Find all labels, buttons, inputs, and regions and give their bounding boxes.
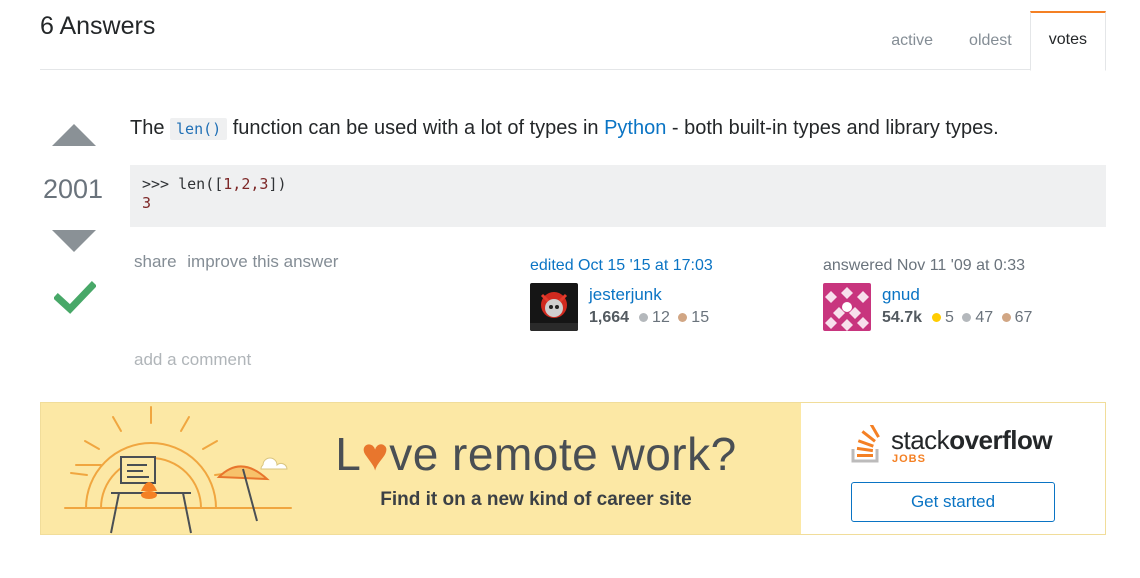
- answers-header: 6 Answers active oldest votes: [40, 0, 1106, 71]
- ad-banner[interactable]: L♥ve remote work? Find it on a new kind …: [40, 402, 1106, 535]
- logo-text-bold: overflow: [949, 425, 1053, 455]
- answers-count: 6 Answers: [40, 12, 156, 40]
- code-line-end: ]): [268, 175, 287, 193]
- python-link[interactable]: Python: [604, 117, 666, 139]
- ad-headline: L♥ve remote work?: [311, 427, 761, 481]
- editor-avatar[interactable]: [530, 283, 578, 331]
- ad-cta-panel: stackoverflow JOBS Get started: [801, 403, 1105, 534]
- owner-gold-count: 5: [945, 309, 954, 326]
- owner-reputation: 54.7k: [882, 309, 923, 326]
- editor-reputation-line: 1,664 12 15: [589, 309, 709, 327]
- owner-bronze-count: 67: [1014, 309, 1033, 326]
- owner-details: gnud 54.7k 5 47 67: [882, 285, 1032, 327]
- upvote-arrow-icon[interactable]: [52, 124, 96, 146]
- ad-headline-start: L: [335, 428, 362, 480]
- improve-answer-link[interactable]: improve this answer: [187, 252, 338, 271]
- logo-jobs-label: JOBS: [892, 453, 926, 465]
- owner-avatar[interactable]: [823, 283, 871, 331]
- answer-text: The len() function can be used with a lo…: [130, 117, 999, 140]
- editor-name-link[interactable]: jesterjunk: [589, 285, 709, 305]
- logo-text: stackoverflow: [891, 425, 1053, 456]
- owner-reputation-line: 54.7k 5 47 67: [882, 309, 1032, 327]
- editor-card: edited Oct 15 '15 at 17:03 jesterjunk 1,…: [530, 257, 770, 331]
- editor-details: jesterjunk 1,664 12 15: [589, 285, 709, 327]
- logo-text-light: stack: [891, 425, 950, 455]
- answered-time: answered Nov 11 '09 at 0:33: [823, 257, 1025, 274]
- add-comment-link[interactable]: add a comment: [134, 350, 251, 370]
- editor-bronze-count: 15: [691, 309, 710, 326]
- inline-code: len(): [170, 118, 228, 140]
- gold-badge-icon: [932, 312, 942, 322]
- code-block: >>> len([1,2,3]) 3: [130, 165, 1106, 227]
- ad-subline: Find it on a new kind of career site: [380, 489, 692, 510]
- owner-name-link[interactable]: gnud: [882, 285, 1032, 305]
- bronze-badge-icon: [678, 312, 688, 322]
- stack-logo-icon: [851, 425, 880, 463]
- get-started-button[interactable]: Get started: [851, 482, 1055, 522]
- editor-silver-count: 12: [652, 309, 670, 326]
- bronze-badge-icon: [1001, 312, 1011, 322]
- tab-votes[interactable]: votes: [1029, 11, 1106, 71]
- code-line-output: 3: [142, 194, 152, 212]
- silver-badge-icon: [962, 312, 972, 322]
- remote-work-illustration: [64, 406, 292, 534]
- tab-oldest[interactable]: oldest: [951, 10, 1030, 70]
- editor-reputation: 1,664: [589, 309, 630, 326]
- answer-text-middle: function can be used with a lot of types…: [227, 117, 605, 139]
- answer-text-start: The: [130, 117, 171, 139]
- sort-tabs: active oldest votes: [873, 10, 1106, 71]
- post-menu: share improve this answer: [134, 252, 344, 272]
- owner-card: answered Nov 11 '09 at 0:33 gnud 54.7k 5 …: [823, 257, 1063, 331]
- stackoverflow-jobs-logo: stackoverflow JOBS: [849, 425, 1059, 469]
- code-line-args: 1,2,3: [223, 175, 269, 193]
- share-link[interactable]: share: [134, 252, 177, 271]
- accepted-checkmark-icon: [54, 281, 96, 314]
- vote-count: 2001: [42, 174, 104, 204]
- owner-silver-count: 47: [975, 309, 994, 326]
- code-line-prompt: >>> len([: [142, 175, 224, 193]
- downvote-arrow-icon[interactable]: [52, 230, 96, 252]
- ad-headline-end: ve remote work?: [389, 428, 737, 480]
- tab-active[interactable]: active: [873, 10, 951, 70]
- answer-text-end: - both built-in types and library types.: [666, 117, 999, 139]
- heart-icon: ♥: [361, 428, 390, 480]
- silver-badge-icon: [639, 312, 649, 322]
- edited-time-link[interactable]: edited Oct 15 '15 at 17:03: [530, 257, 770, 275]
